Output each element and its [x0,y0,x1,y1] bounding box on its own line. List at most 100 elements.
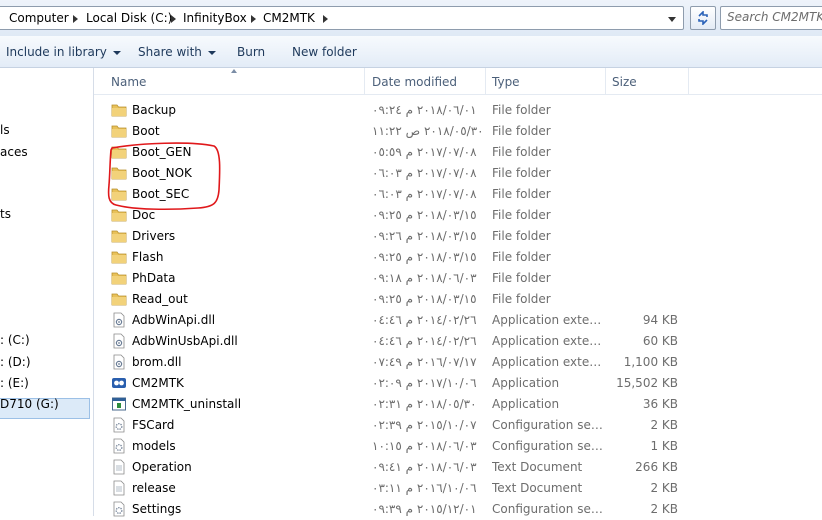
nav-item-downloads[interactable]: ls [0,123,10,137]
file-type: Application extens... [492,355,604,369]
file-date-modified: ٢٠١٦/٠٧/١٧ م ٠٧:٤٩ [372,355,477,369]
text-file-icon [111,459,127,475]
breadcrumb-arrow-icon[interactable] [251,15,256,23]
nav-item-drive-g[interactable]: D710 (G:) [0,397,59,411]
column-size[interactable]: Size [612,75,637,89]
file-name: Boot_SEC [132,187,190,201]
file-date-modified: ٢٠١٨/٠٦/٠٣ م ٠٩:٤١ [372,460,477,474]
breadcrumb-cm2mtk[interactable]: CM2MTK [263,11,315,25]
folder-icon [111,249,127,265]
file-name: Operation [132,460,192,474]
column-divider[interactable] [605,68,606,94]
file-row[interactable]: PhData ٢٠١٨/٠٦/٠٣ م ٠٩:١٨ File folder [94,268,822,289]
breadcrumb-local-disk[interactable]: Local Disk (C:) [86,11,172,25]
config-icon [111,438,127,454]
file-type: File folder [492,166,551,180]
file-row[interactable]: Settings ٢٠١٥/١٢/٠١ م ٠٩:٣٩ Configuratio… [94,499,822,520]
breadcrumb-arrow-icon[interactable] [73,15,78,23]
file-name: Doc [132,208,156,222]
file-row[interactable]: Boot_GEN ٢٠١٧/٠٧/٠٨ م ٠٥:٥٩ File folder [94,142,822,163]
file-type: Application [492,397,560,411]
file-type: Text Document [492,460,583,474]
column-type[interactable]: Type [492,75,520,89]
file-date-modified: ٢٠١٥/١٢/٠١ م ٠٩:٣٩ [372,502,477,516]
file-row[interactable]: Boot_NOK ٢٠١٧/٠٧/٠٨ م ٠٦:٠٣ File folder [94,163,822,184]
folder-icon [111,228,127,244]
file-name: Flash [132,250,164,264]
config-icon [111,417,127,433]
nav-item-local-disk-c[interactable]: : (C:) [0,333,30,347]
file-row[interactable]: Boot_SEC ٢٠١٧/٠٧/٠٨ م ٠٦:٠٣ File folder [94,184,822,205]
burn-button[interactable]: Burn [237,45,265,59]
file-size: 15,502 KB [616,376,678,390]
file-type: File folder [492,271,551,285]
file-size: 1,100 KB [623,355,678,369]
file-row[interactable]: AdbWinApi.dll ٢٠١٤/٠٢/٢٦ م ٠٤:٤٦ Applica… [94,310,822,331]
file-row[interactable]: Backup ٢٠١٨/٠٦/٠١ م ٠٩:٢٤ File folder [94,100,822,121]
navigation-pane[interactable]: ls aces ts : (C:) : (D:) : (E:) D710 (G:… [0,68,93,516]
dll-icon [111,312,127,328]
breadcrumb-arrow-icon[interactable] [171,15,176,23]
file-name: AdbWinUsbApi.dll [132,334,238,348]
include-in-library-button[interactable]: Include in library [6,45,121,59]
file-list: Backup ٢٠١٨/٠٦/٠١ م ٠٩:٢٤ File folder Bo… [94,100,822,520]
config-icon [111,501,127,517]
folder-icon [111,186,127,202]
nav-item-drive-e[interactable]: : (E:) [0,376,29,390]
folder-icon [111,123,127,139]
file-row[interactable]: Drivers ٢٠١٨/٠٣/١٥ م ٠٩:٢٦ File folder [94,226,822,247]
file-date-modified: ٢٠١٥/١٠/٠٧ م ٠٢:٣٩ [372,418,477,432]
search-box[interactable] [720,6,822,30]
file-row[interactable]: models ٢٠١٨/٠٦/٠٣ م ١٠:١٥ Configuration … [94,436,822,457]
nav-item-recent-places[interactable]: aces [0,145,28,159]
share-with-button[interactable]: Share with [138,45,216,59]
file-row[interactable]: Doc ٢٠١٨/٠٣/١٥ م ٠٩:٢٥ File folder [94,205,822,226]
address-bar[interactable]: Computer Local Disk (C:) InfinityBox CM2… [0,6,684,30]
column-divider[interactable] [688,68,689,94]
file-row[interactable]: Boot ٢٠١٨/٠٥/٣٠ ص ١١:٢٢ File folder [94,121,822,142]
file-type: Application extens... [492,313,604,327]
vertical-scrollbar[interactable] [808,95,822,516]
text-file-icon [111,480,127,496]
file-type: File folder [492,250,551,264]
file-size: 94 KB [642,313,678,327]
address-history-dropdown-icon[interactable] [663,11,681,27]
file-type: Configuration sett... [492,502,604,516]
file-date-modified: ٢٠١٨/٠٣/١٥ م ٠٩:٢٥ [372,208,477,222]
file-row[interactable]: Read_out ٢٠١٨/٠٣/١٥ م ٠٩:٢٥ File folder [94,289,822,310]
column-date-modified[interactable]: Date modified [372,75,457,89]
file-date-modified: ٢٠١٧/٠٧/٠٨ م ٠٦:٠٣ [372,166,477,180]
column-name[interactable]: Name [111,75,146,89]
file-row[interactable]: CM2MTK ٢٠١٧/١٠/٠٦ م ٠٢:٠٩ Application 15… [94,373,822,394]
new-folder-button[interactable]: New folder [292,45,357,59]
folder-icon [111,144,127,160]
file-size: 1 KB [650,439,678,453]
file-row[interactable]: brom.dll ٢٠١٦/٠٧/١٧ م ٠٧:٤٩ Application … [94,352,822,373]
column-divider[interactable] [485,68,486,94]
file-row[interactable]: Operation ٢٠١٨/٠٦/٠٣ م ٠٩:٤١ Text Docume… [94,457,822,478]
breadcrumb-infinitybox[interactable]: InfinityBox [183,11,247,25]
refresh-button[interactable] [690,6,716,30]
file-row[interactable]: CM2MTK_uninstall ٢٠١٨/٠٥/٣٠ م ٠٢:٣١ Appl… [94,394,822,415]
column-divider[interactable] [364,68,365,94]
file-row[interactable]: FSCard ٢٠١٥/١٠/٠٧ م ٠٢:٣٩ Configuration … [94,415,822,436]
breadcrumb-arrow-icon[interactable] [323,15,328,23]
file-type: File folder [492,103,551,117]
folder-icon [111,291,127,307]
file-size: 2 KB [650,418,678,432]
file-row[interactable]: release ٢٠١٦/١٠/٠٦ م ٠٣:١١ Text Document… [94,478,822,499]
file-type: File folder [492,208,551,222]
search-input[interactable] [727,10,822,24]
file-date-modified: ٢٠١٧/١٠/٠٦ م ٠٢:٠٩ [372,376,477,390]
file-size: 266 KB [635,460,678,474]
file-date-modified: ٢٠١٤/٠٢/٢٦ م ٠٤:٤٦ [372,334,477,348]
sort-ascending-icon [231,69,237,73]
nav-item-drive-d[interactable]: : (D:) [0,355,31,369]
nav-item-documents[interactable]: ts [0,207,11,221]
file-row[interactable]: Flash ٢٠١٨/٠٣/١٥ م ٠٩:٢٥ File folder [94,247,822,268]
file-row[interactable]: AdbWinUsbApi.dll ٢٠١٤/٠٢/٢٦ م ٠٤:٤٦ Appl… [94,331,822,352]
file-date-modified: ٢٠١٤/٠٢/٢٦ م ٠٤:٤٦ [372,313,477,327]
file-type: File folder [492,124,551,138]
breadcrumb-computer[interactable]: Computer [9,11,69,25]
file-date-modified: ٢٠١٨/٠٥/٣٠ ص ١١:٢٢ [372,124,484,138]
